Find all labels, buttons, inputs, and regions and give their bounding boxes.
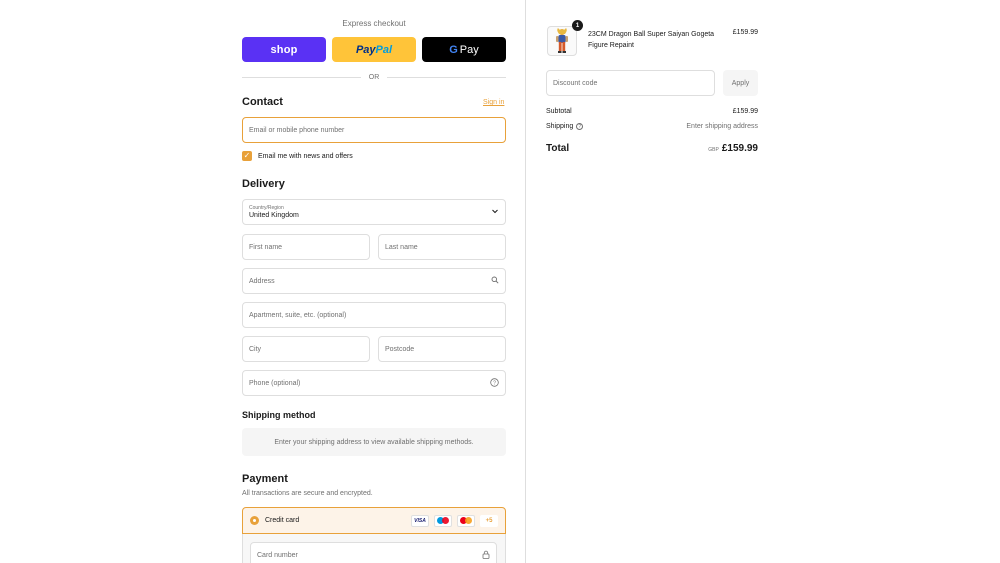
payment-heading: Payment <box>242 473 288 485</box>
svg-text:?: ? <box>493 380 496 386</box>
credit-card-option[interactable]: Credit card VISA +5 <box>242 507 506 534</box>
first-name-field[interactable]: First name <box>242 234 370 260</box>
express-checkout-title: Express checkout <box>342 19 406 28</box>
country-select[interactable]: Country/Region United Kingdom <box>242 199 506 225</box>
shipping-row: Shipping ? Enter shipping address <box>546 123 758 130</box>
news-checkbox-row[interactable]: ✓ Email me with news and offers <box>242 151 353 161</box>
product-thumbnail <box>547 26 577 56</box>
quantity-badge: 1 <box>572 20 583 31</box>
phone-field[interactable]: Phone (optional) ? <box>242 370 506 396</box>
currency-code: GBP <box>708 147 719 153</box>
lock-icon <box>482 550 490 561</box>
sign-in-link[interactable]: Sign in <box>483 99 504 106</box>
discount-code-field[interactable]: Discount code <box>546 70 715 96</box>
delivery-heading: Delivery <box>242 178 285 190</box>
news-checkbox-label: Email me with news and offers <box>258 152 353 160</box>
shipping-method-heading: Shipping method <box>242 410 316 420</box>
or-divider: OR <box>242 72 506 82</box>
last-name-field[interactable]: Last name <box>378 234 506 260</box>
contact-heading: Contact <box>242 96 283 108</box>
shipping-value: Enter shipping address <box>686 123 758 130</box>
news-checkbox[interactable]: ✓ <box>242 151 252 161</box>
payment-subtitle: All transactions are secure and encrypte… <box>242 490 373 497</box>
credit-card-radio[interactable] <box>250 516 259 525</box>
apply-discount-button[interactable]: Apply <box>723 70 758 96</box>
country-select-label: Country/Region <box>249 205 284 211</box>
google-pay-label: Pay <box>459 43 479 56</box>
more-cards-badge: +5 <box>480 514 498 527</box>
total-value: £159.99 <box>721 143 758 154</box>
shipping-method-info: Enter your shipping address to view avai… <box>242 428 506 456</box>
express-checkout-buttons: shop PayPal G Pay <box>242 37 506 62</box>
country-select-value: United Kingdom <box>249 212 299 219</box>
card-logos: VISA +5 <box>411 514 498 527</box>
shipping-help-icon[interactable]: ? <box>576 123 584 130</box>
paypal-button[interactable]: PayPal <box>332 37 416 62</box>
google-pay-button[interactable]: G Pay <box>422 37 506 62</box>
help-icon[interactable]: ? <box>490 377 499 389</box>
paypal-logo: PayPal <box>355 43 393 56</box>
chevron-down-icon <box>491 207 499 217</box>
email-field[interactable]: Email or mobile phone number <box>242 117 506 143</box>
product-name: 23CM Dragon Ball Super Saiyan Gogeta Fig… <box>588 31 715 49</box>
subtotal-value: £159.99 <box>732 108 758 115</box>
shop-pay-logo: shop <box>270 43 298 56</box>
product-price: £159.99 <box>732 29 758 36</box>
visa-icon: VISA <box>411 514 429 527</box>
credit-card-label: Credit card <box>265 517 300 524</box>
city-field[interactable]: City <box>242 336 370 362</box>
apartment-field[interactable]: Apartment, suite, etc. (optional) <box>242 302 506 328</box>
total-label: Total <box>546 143 570 154</box>
shop-pay-button[interactable]: shop <box>242 37 326 62</box>
google-g-icon: G <box>449 43 458 56</box>
total-row: Total GBP £159.99 <box>546 143 758 154</box>
figure-image-icon <box>556 28 568 53</box>
mastercard-icon <box>457 514 475 527</box>
card-number-field[interactable]: Card number <box>250 542 497 563</box>
search-icon <box>491 276 499 286</box>
subtotal-label: Subtotal <box>546 108 572 115</box>
postcode-field[interactable]: Postcode <box>378 336 506 362</box>
address-field[interactable]: Address <box>242 268 506 294</box>
maestro-icon <box>434 514 452 527</box>
shipping-label: Shipping <box>546 123 574 130</box>
subtotal-row: Subtotal £159.99 <box>546 108 758 115</box>
